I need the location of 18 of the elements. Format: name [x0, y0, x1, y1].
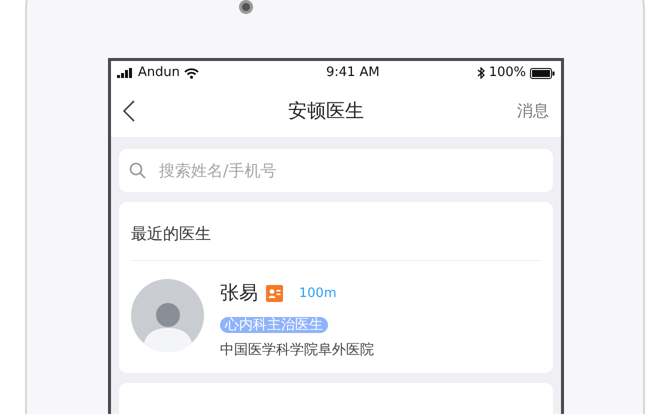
search-field[interactable]: 搜索姓名/手机号 — [119, 149, 553, 192]
bluetooth-icon — [476, 67, 485, 79]
carrier-name: Andun — [138, 64, 180, 82]
status-time: 9:41 AM — [325, 64, 381, 82]
wifi-icon — [184, 68, 199, 78]
signal-icon — [117, 68, 134, 78]
department-tag: 心内科主治医生 — [220, 316, 328, 332]
messages-link[interactable]: 消息 — [517, 99, 549, 123]
battery-icon — [530, 68, 555, 78]
section-title: 最近的医生 — [131, 202, 541, 261]
hospital-name: 中国医学科学院阜外医院 — [220, 340, 374, 360]
battery-percent: 100% — [488, 64, 526, 82]
doctor-name: 张易 — [220, 281, 258, 306]
id-card-icon — [266, 284, 283, 302]
distance: 100m — [299, 284, 336, 302]
back-icon[interactable] — [123, 100, 135, 122]
page-title: 安顿医生 — [287, 98, 365, 124]
camera-icon — [239, 0, 253, 14]
